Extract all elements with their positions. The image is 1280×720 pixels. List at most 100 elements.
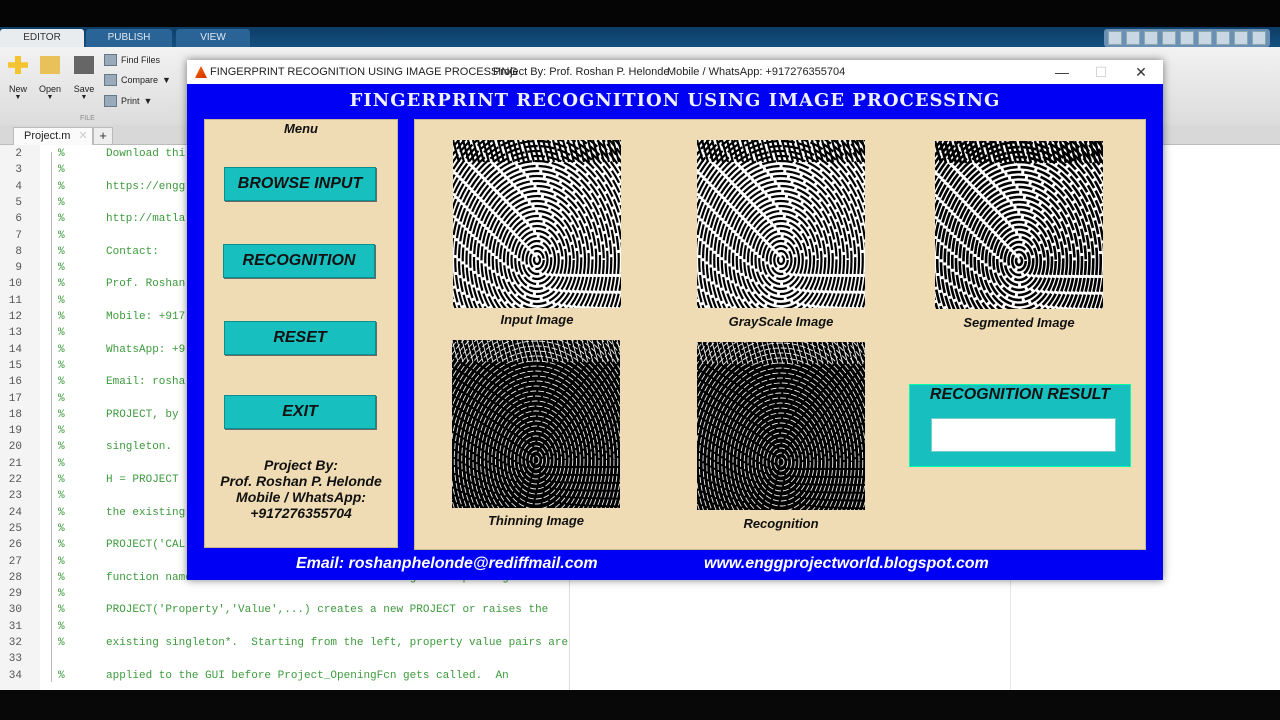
comment-marker: % xyxy=(58,229,65,242)
window-mobile: Mobile / WhatsApp: +917276355704 xyxy=(667,66,846,78)
floppy-icon xyxy=(74,56,94,74)
credits-line: +917276355704 xyxy=(250,505,352,521)
tab-editor[interactable]: EDITOR xyxy=(0,29,84,47)
line-number: 34 xyxy=(8,669,22,682)
comment-marker: % xyxy=(58,278,65,291)
app-title: FINGERPRINT RECOGNITION USING IMAGE PROC… xyxy=(349,90,1001,111)
comment-marker: % xyxy=(58,148,65,160)
code-text: Contact: xyxy=(106,245,159,258)
line-number: 14 xyxy=(8,343,22,356)
line-number: 5 xyxy=(15,196,22,209)
exit-button[interactable]: EXIT xyxy=(224,395,376,429)
segmented-image xyxy=(935,141,1103,309)
input-image xyxy=(453,140,621,308)
comment-marker: % xyxy=(58,522,65,535)
code-text: Download thi xyxy=(106,148,186,160)
line-number: 12 xyxy=(8,311,22,323)
figure-title-bar: FINGERPRINT RECOGNITION USING IMAGE PROC… xyxy=(187,60,1163,84)
comment-marker: % xyxy=(58,539,65,552)
comment-marker: % xyxy=(58,164,65,177)
chevron-down-icon: ▼ xyxy=(162,75,171,85)
tab-publish[interactable]: PUBLISH xyxy=(86,29,172,47)
undo-icon[interactable] xyxy=(1198,31,1212,45)
comment-marker: % xyxy=(58,213,65,226)
close-icon[interactable]: ✕ xyxy=(78,130,87,142)
find-files-icon xyxy=(104,54,117,66)
paste-icon[interactable] xyxy=(1180,31,1194,45)
footer-email: Email: roshanphelonde@rediffmail.com xyxy=(296,555,598,572)
chevron-down-icon: ▼ xyxy=(14,94,22,101)
save-button[interactable]: Save ▼ xyxy=(72,56,96,101)
bottom-bar xyxy=(0,690,1280,720)
recognition-button[interactable]: RECOGNITION xyxy=(223,244,375,278)
code-text: PROJECT('CAL xyxy=(106,539,186,552)
comment-marker: % xyxy=(58,571,65,584)
find-files-button[interactable]: Find Files xyxy=(104,54,160,66)
menu-label: Menu xyxy=(284,121,318,136)
code-text: the existing xyxy=(106,506,186,519)
reset-button[interactable]: RESET xyxy=(224,321,376,355)
comment-marker: % xyxy=(58,343,65,356)
grayscale-image-caption: GrayScale Image xyxy=(728,314,834,329)
code-text: Email: rosha xyxy=(106,376,186,389)
browse-input-button[interactable]: BROWSE INPUT xyxy=(224,167,376,201)
quick-action-icon[interactable] xyxy=(1108,31,1122,45)
save-icon[interactable] xyxy=(1126,31,1140,45)
line-number: 15 xyxy=(8,359,22,372)
cut-icon[interactable] xyxy=(1144,31,1158,45)
new-tab-button[interactable]: + xyxy=(93,127,113,145)
comment-marker: % xyxy=(58,425,65,438)
comment-marker: % xyxy=(58,441,65,454)
line-number: 9 xyxy=(15,262,22,275)
print-button[interactable]: Print ▼ xyxy=(104,95,152,107)
comment-marker: % xyxy=(58,506,65,519)
line-number: 17 xyxy=(8,392,22,405)
top-bar xyxy=(0,0,1280,27)
comment-marker: % xyxy=(58,327,65,340)
close-button[interactable]: ✕ xyxy=(1126,60,1156,84)
line-number: 28 xyxy=(8,571,22,584)
open-button[interactable]: Open ▼ xyxy=(38,56,62,101)
line-number: 29 xyxy=(8,588,22,601)
compare-button[interactable]: Compare ▼ xyxy=(104,74,171,86)
line-number: 18 xyxy=(8,408,22,421)
code-text: existing singleton*. Starting from the l… xyxy=(106,637,569,649)
window-title: FINGERPRINT RECOGNITION USING IMAGE PROC… xyxy=(210,66,518,78)
tab-view[interactable]: VIEW xyxy=(176,29,250,47)
line-number: 2 xyxy=(15,148,22,160)
maximize-button[interactable]: ☐ xyxy=(1086,60,1116,84)
line-number: 3 xyxy=(15,164,22,177)
printer-icon xyxy=(104,95,117,107)
line-number: 20 xyxy=(8,441,22,454)
comment-marker: % xyxy=(58,180,65,193)
line-number: 22 xyxy=(8,474,22,486)
line-number: 4 xyxy=(15,180,22,193)
comment-marker: % xyxy=(58,392,65,405)
comment-marker: % xyxy=(58,474,65,486)
line-number: 13 xyxy=(8,327,22,340)
quick-access-toolbar xyxy=(1104,29,1270,47)
comment-marker: % xyxy=(58,490,65,503)
line-number: 31 xyxy=(8,620,22,633)
recognition-result-field xyxy=(931,418,1116,452)
line-number: 7 xyxy=(15,229,22,242)
minimize-button[interactable]: — xyxy=(1047,60,1077,84)
file-tab-project[interactable]: Project.m ✕ xyxy=(13,127,93,145)
new-button[interactable]: New ▼ xyxy=(6,56,30,101)
display-panel: Input Image GrayScale Image Segmented Im… xyxy=(414,119,1146,550)
line-number: 11 xyxy=(8,294,22,307)
line-number: 24 xyxy=(8,506,22,519)
copy-icon[interactable] xyxy=(1162,31,1176,45)
help-icon[interactable] xyxy=(1252,31,1266,45)
redo-icon[interactable] xyxy=(1216,31,1230,45)
credits: Project By: Prof. Roshan P. Helonde Mobi… xyxy=(205,457,397,521)
code-text: applied to the GUI before Project_Openin… xyxy=(106,669,509,682)
line-number: 23 xyxy=(8,490,22,503)
switch-windows-icon[interactable] xyxy=(1234,31,1248,45)
recognition-result-label: RECOGNITION RESULT xyxy=(929,386,1111,403)
line-number: 27 xyxy=(8,555,22,568)
code-text: WhatsApp: +9 xyxy=(106,343,186,356)
comment-marker: % xyxy=(58,262,65,275)
code-text: PROJECT('Property','Value',...) creates … xyxy=(106,604,549,617)
folder-icon xyxy=(40,56,60,74)
